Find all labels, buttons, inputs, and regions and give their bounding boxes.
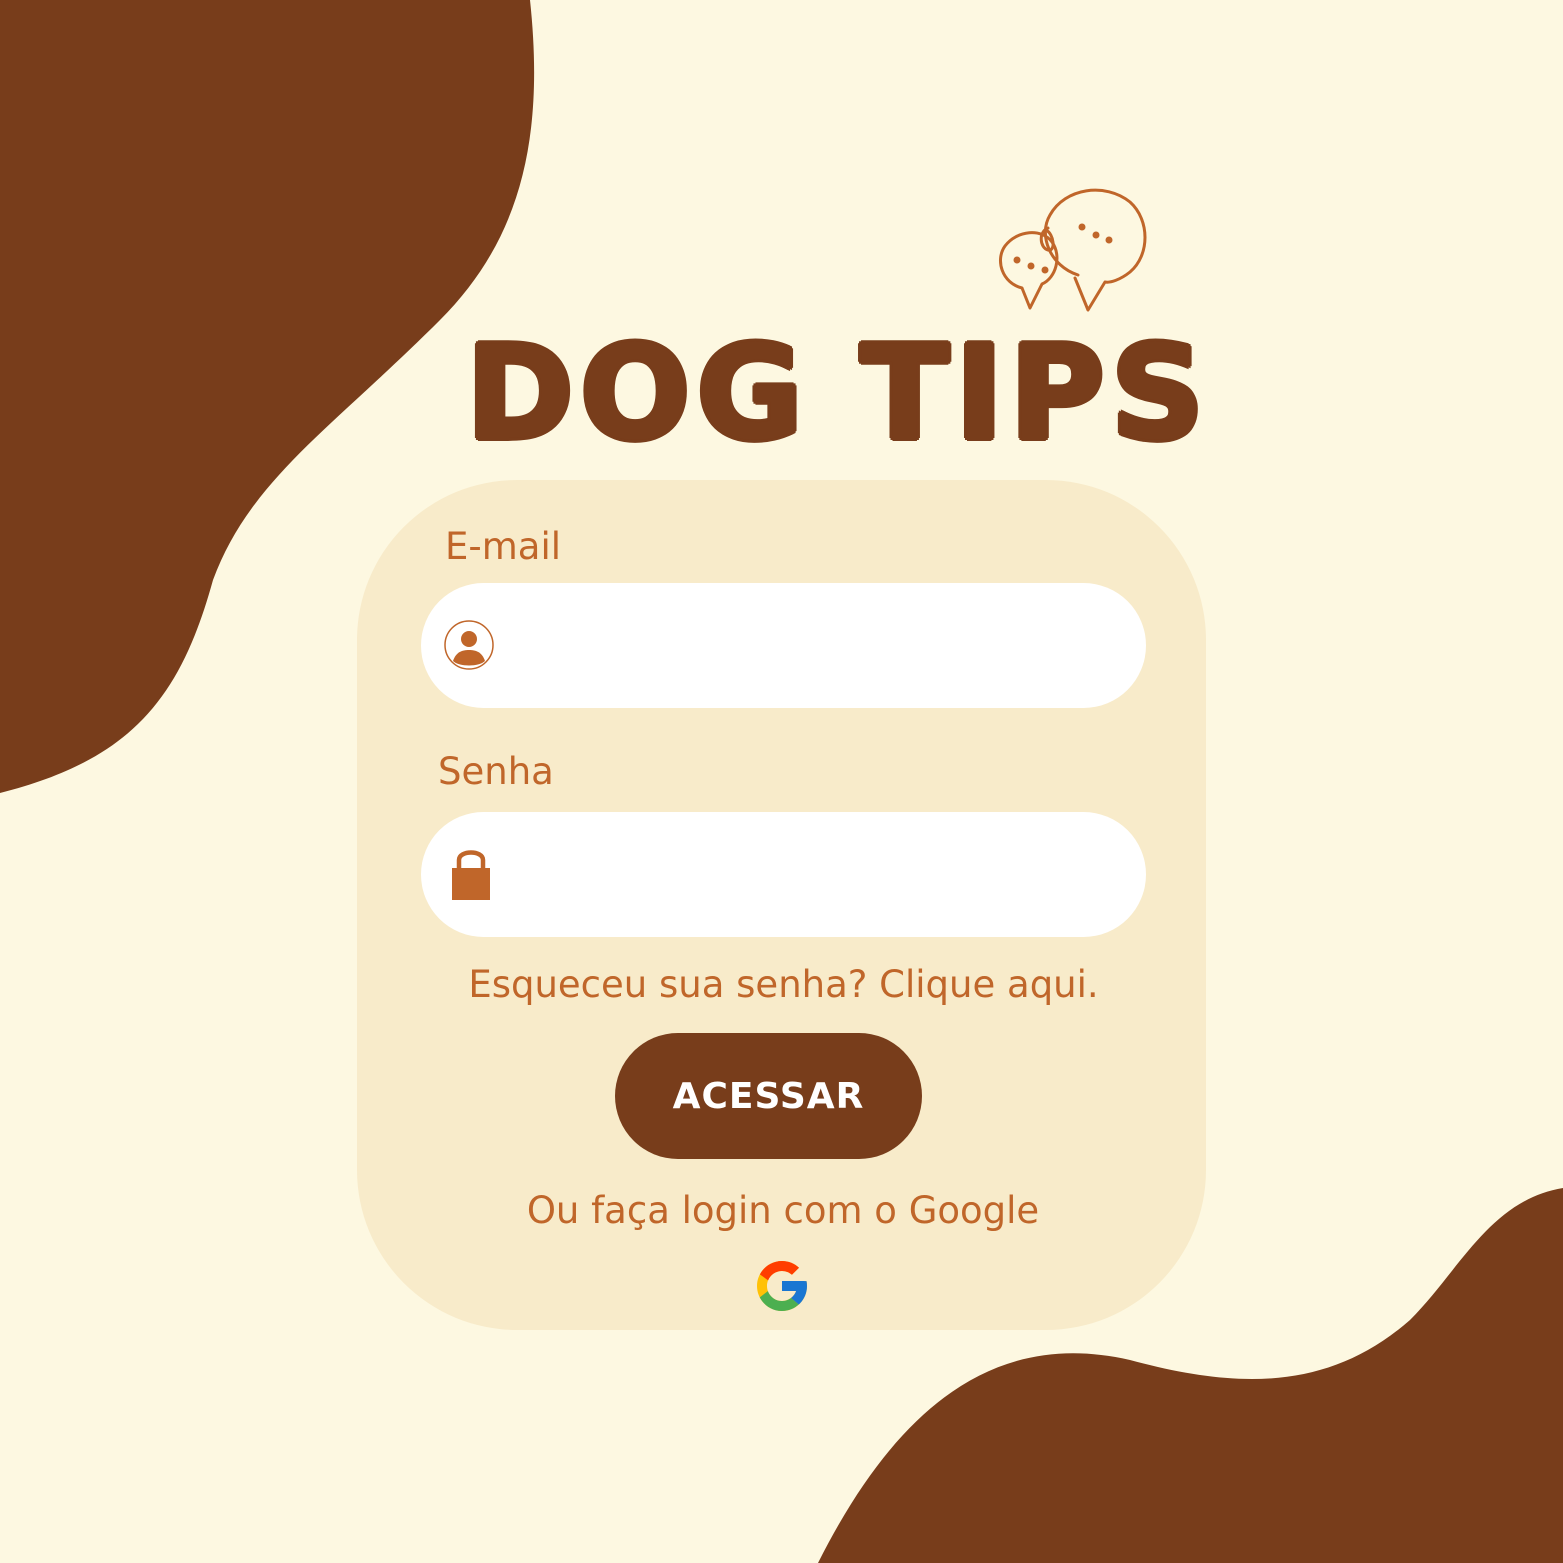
google-login-text: Ou faça login com o Google [526, 1189, 1040, 1232]
password-input[interactable] [516, 812, 1116, 937]
lock-icon [452, 850, 490, 900]
password-label: Senha [438, 750, 554, 793]
google-icon[interactable] [752, 1256, 812, 1316]
login-button[interactable]: ACESSAR [615, 1033, 922, 1159]
chat-bubbles-icon [999, 188, 1147, 312]
password-field[interactable] [421, 812, 1146, 937]
email-input[interactable] [516, 583, 1116, 708]
app-title: DOG TIPS [466, 317, 1211, 469]
forgot-password-link[interactable]: Esqueceu sua senha? Clique aqui. [421, 962, 1146, 1008]
user-icon [444, 620, 494, 670]
email-field[interactable] [421, 583, 1146, 708]
email-label: E-mail [445, 525, 562, 568]
